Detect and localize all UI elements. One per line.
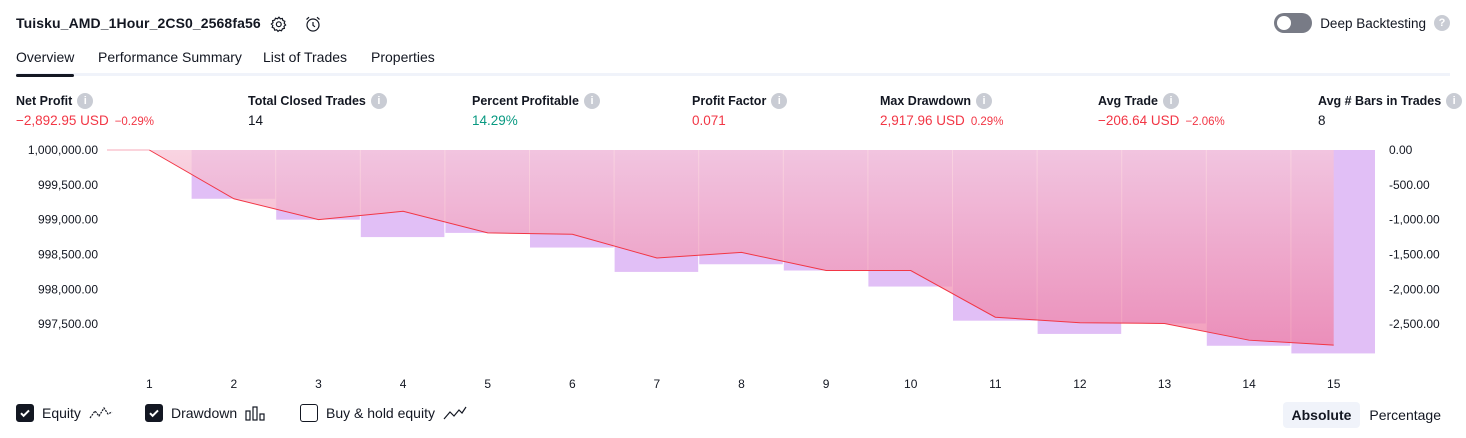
left-axis-tick: 997,500.00 <box>38 317 98 331</box>
info-icon[interactable]: i <box>771 93 788 109</box>
drawdown-checkbox[interactable]: Drawdown <box>145 404 267 422</box>
info-icon[interactable]: i <box>976 93 992 109</box>
x-axis-tick: 2 <box>231 377 238 391</box>
info-icon[interactable]: i <box>1162 93 1179 109</box>
deep-backtesting-toggle[interactable] <box>1274 13 1313 33</box>
metric-value: 14 <box>248 113 264 128</box>
metric-net-profit: Net Profit i −2,892.95 USD −0.29% <box>16 93 154 128</box>
strategy-name: Tuisku_AMD_1Hour_2CS0_2568fa56 <box>16 15 261 31</box>
left-axis-tick: 1,000,000.00 <box>28 143 98 157</box>
buy-hold-label: Buy & hold equity <box>326 405 435 421</box>
tab-list-of-trades[interactable]: List of Trades <box>263 49 347 65</box>
metric-value: 2,917.96 USD <box>880 113 965 128</box>
tab-performance-summary[interactable]: Performance Summary <box>98 49 242 65</box>
percentage-button[interactable]: Percentage <box>1360 402 1450 428</box>
left-axis-tick: 998,000.00 <box>38 282 98 296</box>
metric-percent: −0.29% <box>114 116 155 128</box>
metric-label: Net Profit <box>16 94 73 108</box>
x-axis-tick: 7 <box>654 377 661 391</box>
x-axis-tick: 1 <box>146 377 153 391</box>
x-axis-tick: 12 <box>1073 377 1087 391</box>
metric-percent: 0.29% <box>970 116 1004 128</box>
metric-avg-bars: Avg # Bars in Trades i 8 <box>1318 93 1463 128</box>
metric-label: Max Drawdown <box>880 94 971 108</box>
x-axis-tick: 13 <box>1158 377 1172 391</box>
tab-overview[interactable]: Overview <box>16 49 75 77</box>
metric-label: Total Closed Trades <box>248 94 366 108</box>
drawdown-label: Drawdown <box>171 405 238 421</box>
equity-area <box>149 150 1334 346</box>
metric-value: 14.29% <box>472 113 518 128</box>
alarm-clock-icon[interactable] <box>302 13 324 35</box>
absolute-button[interactable]: Absolute <box>1282 402 1361 428</box>
right-axis-tick: -1,500.00 <box>1389 248 1440 262</box>
x-axis-tick: 11 <box>989 377 1002 391</box>
metric-total-closed-trades: Total Closed Trades i 14 <box>248 93 387 128</box>
metric-label: Avg # Bars in Trades <box>1318 94 1442 108</box>
x-axis-tick: 9 <box>823 377 830 391</box>
metric-label: Percent Profitable <box>472 94 579 108</box>
left-axis-tick: 999,000.00 <box>38 213 98 227</box>
metric-value: 0.071 <box>692 113 726 128</box>
drawdown-bars-icon <box>245 406 265 421</box>
tab-bar: Overview Performance Summary List of Tra… <box>16 44 1450 77</box>
checkbox-checked-icon[interactable] <box>145 404 163 422</box>
x-axis-tick: 4 <box>400 377 407 391</box>
right-axis-tick: -500.00 <box>1389 178 1430 192</box>
metric-profit-factor: Profit Factor i 0.071 <box>692 93 788 128</box>
x-axis-tick: 3 <box>315 377 322 391</box>
right-axis-tick: -2,000.00 <box>1389 282 1440 296</box>
metric-value: 8 <box>1318 113 1326 128</box>
x-axis-tick: 5 <box>484 377 491 391</box>
info-icon[interactable]: i <box>1446 93 1463 109</box>
info-icon[interactable]: i <box>77 93 94 109</box>
equity-drawdown-chart[interactable]: 1,000,000.00 999,500.00 999,000.00 998,500.… <box>0 140 1466 395</box>
right-axis-tick: 0.00 <box>1389 143 1413 157</box>
x-axis-tick: 15 <box>1327 377 1341 391</box>
deep-backtesting: Deep Backtesting ? <box>1274 13 1450 33</box>
tab-properties[interactable]: Properties <box>371 49 435 65</box>
buy-hold-checkbox[interactable]: Buy & hold equity <box>300 404 467 422</box>
buy-hold-line-icon <box>443 406 467 420</box>
metric-label: Profit Factor <box>692 94 767 108</box>
left-axis-tick: 999,500.00 <box>38 178 98 192</box>
equity-line-icon <box>89 406 113 419</box>
equity-checkbox[interactable]: Equity <box>16 404 113 422</box>
metric-value: −2,892.95 USD <box>16 113 109 128</box>
checkbox-checked-icon[interactable] <box>16 404 34 422</box>
metric-max-drawdown: Max Drawdown i 2,917.96 USD 0.29% <box>880 93 1003 128</box>
metric-percent-profitable: Percent Profitable i 14.29% <box>472 93 600 128</box>
metric-avg-trade: Avg Trade i −206.64 USD −2.06% <box>1098 93 1225 128</box>
x-axis-tick: 14 <box>1242 377 1256 391</box>
metric-value: −206.64 USD <box>1098 113 1180 128</box>
metric-label: Avg Trade <box>1098 94 1158 108</box>
metric-percent: −2.06% <box>1185 116 1225 128</box>
x-axis-tick: 8 <box>738 377 745 391</box>
value-mode-toggle: Absolute Percentage <box>1282 402 1451 428</box>
deep-backtesting-label: Deep Backtesting <box>1320 15 1426 31</box>
checkbox-unchecked-icon[interactable] <box>300 404 318 422</box>
x-axis-tick: 6 <box>569 377 576 391</box>
right-axis-tick: -2,500.00 <box>1389 317 1440 331</box>
question-icon[interactable]: ? <box>1434 15 1450 31</box>
equity-label: Equity <box>42 405 81 421</box>
strategy-header: Tuisku_AMD_1Hour_2CS0_2568fa56 Deep Back… <box>16 12 1450 36</box>
x-axis-tick: 10 <box>904 377 918 391</box>
chart-footer: Equity Drawdown Buy & hold equity Absolu… <box>16 402 1450 428</box>
info-icon[interactable]: i <box>583 93 600 109</box>
left-axis-tick: 998,500.00 <box>38 248 98 262</box>
info-icon[interactable]: i <box>370 93 387 109</box>
gear-icon[interactable] <box>268 13 290 35</box>
right-axis-tick: -1,000.00 <box>1389 213 1440 227</box>
